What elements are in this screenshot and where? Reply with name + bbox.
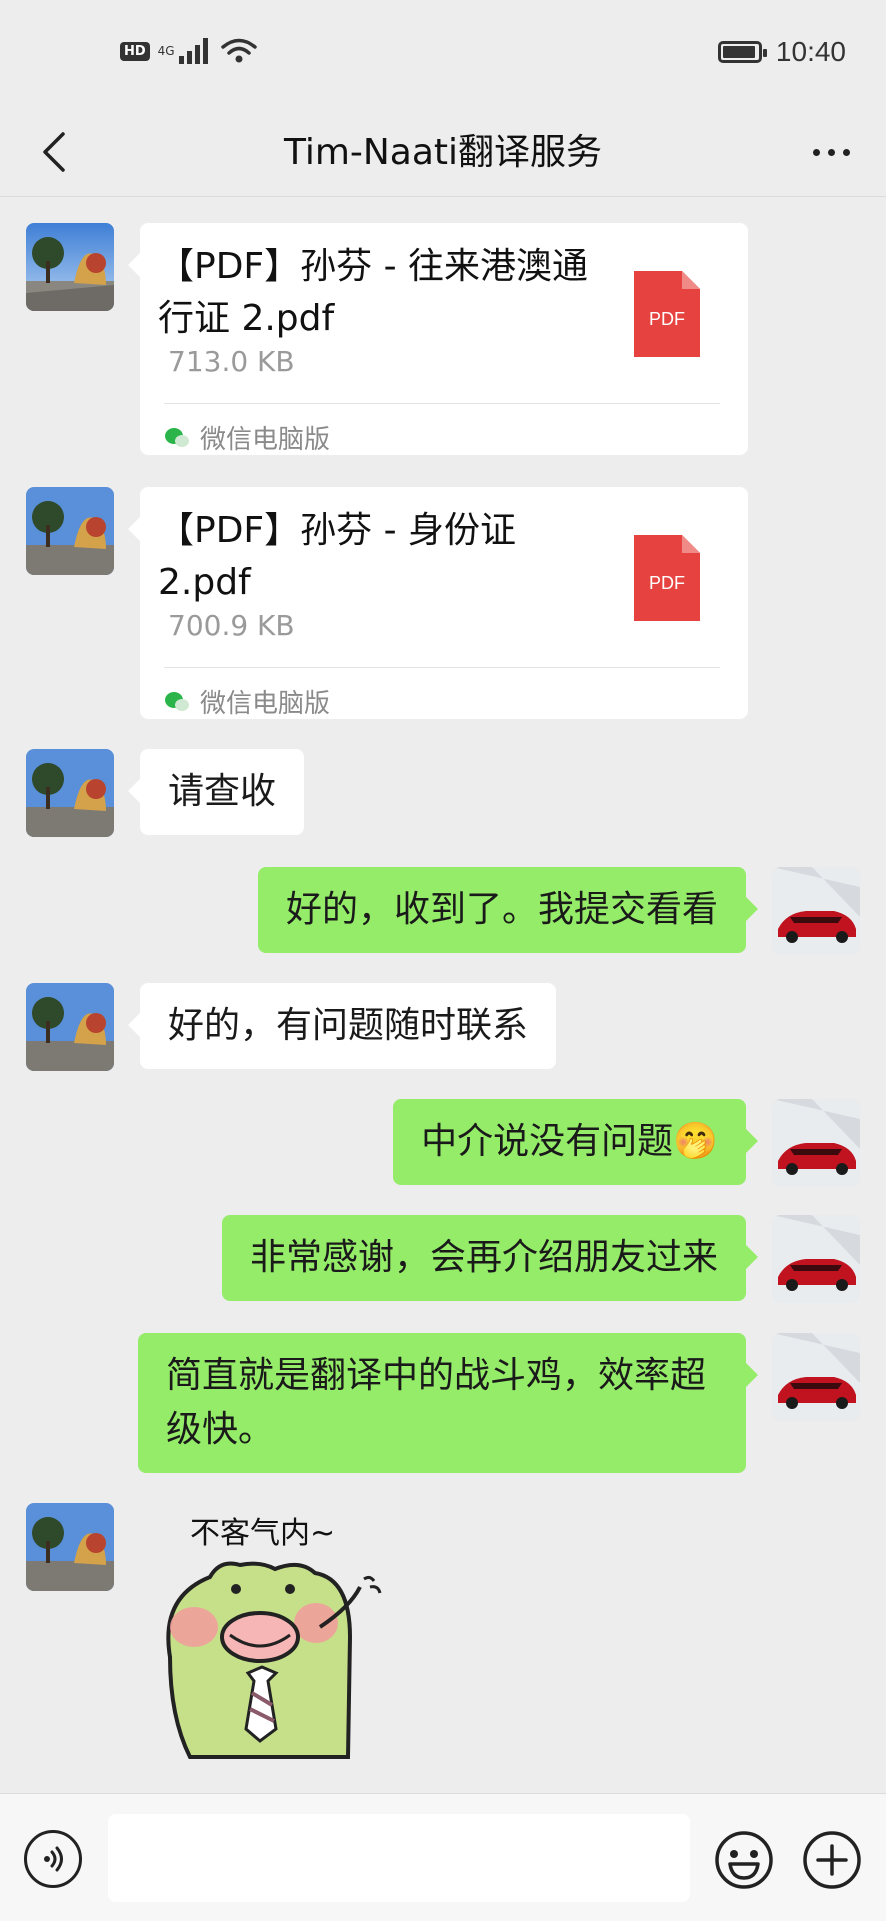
status-right: 10:40 <box>717 36 846 68</box>
message-input[interactable] <box>108 1814 690 1902</box>
pdf-file-icon: PDF <box>634 271 700 357</box>
file-source: 微信电脑版 <box>164 419 330 456</box>
my-avatar[interactable] <box>772 867 860 955</box>
contact-avatar[interactable] <box>26 749 114 837</box>
incoming-message[interactable]: 好的，有问题随时联系 <box>127 983 557 1069</box>
contact-avatar[interactable] <box>26 983 114 1071</box>
file-source-label: 微信电脑版 <box>200 425 331 455</box>
file-message[interactable]: 【PDF】孙芬 - 往来港澳通行证 2.pdf 713.0 KB PDF 微信电… <box>128 223 748 456</box>
contact-avatar[interactable] <box>26 1503 114 1591</box>
sticker-message[interactable]: 不客气内~ <box>150 1507 400 1767</box>
pdf-label: PDF <box>649 309 685 329</box>
plus-icon <box>803 1831 861 1889</box>
file-message[interactable]: 【PDF】孙芬 - 身份证 2.pdf 700.9 KB PDF 微信电脑版 <box>128 487 748 720</box>
network-type: 4G <box>157 44 175 58</box>
contact-avatar[interactable] <box>26 223 114 311</box>
file-size: 700.9 KB <box>168 609 295 642</box>
chat-area[interactable]: 【PDF】孙芬 - 往来港澳通行证 2.pdf 713.0 KB PDF 微信电… <box>0 197 886 1793</box>
wechat-icon <box>165 691 189 711</box>
more-dots-icon <box>812 148 820 156</box>
back-button[interactable] <box>24 122 84 182</box>
file-name: 【PDF】孙芬 - 身份证 2.pdf <box>158 510 517 603</box>
status-bar: HD 4G 10:40 <box>0 0 886 110</box>
file-source: 微信电脑版 <box>164 683 330 720</box>
file-name: 【PDF】孙芬 - 往来港澳通行证 2.pdf <box>158 246 589 339</box>
voice-icon <box>44 1846 63 1872</box>
input-bar <box>0 1793 886 1921</box>
wifi-icon <box>220 38 257 63</box>
outgoing-message[interactable]: 简直就是翻译中的战斗鸡，效率超级快。 <box>138 1333 758 1473</box>
voice-button[interactable] <box>24 1830 82 1888</box>
emoji-icon <box>715 1831 773 1889</box>
outgoing-message[interactable]: 非常感谢，会再介绍朋友过来 <box>221 1215 759 1301</box>
plus-button[interactable] <box>802 1830 862 1890</box>
file-divider <box>164 667 720 668</box>
clock: 10:40 <box>775 36 846 67</box>
battery-icon <box>717 41 767 63</box>
my-avatar[interactable] <box>772 1215 860 1303</box>
status-left: HD 4G <box>120 38 257 64</box>
sticker-caption: 不客气内~ <box>190 1516 335 1551</box>
contact-avatar[interactable] <box>26 487 114 575</box>
pdf-label: PDF <box>649 573 685 593</box>
more-button[interactable] <box>796 122 866 182</box>
my-avatar[interactable] <box>772 1333 860 1421</box>
outgoing-message[interactable]: 中介说没有问题🤭 <box>393 1099 758 1185</box>
file-size: 713.0 KB <box>168 345 295 378</box>
emoji-button[interactable] <box>714 1830 774 1890</box>
wechat-icon <box>165 427 189 447</box>
file-divider <box>164 403 720 404</box>
outgoing-message[interactable]: 好的，收到了。我提交看看 <box>257 867 759 953</box>
frog-sticker: 不客气内~ <box>166 1516 382 1759</box>
file-source-label: 微信电脑版 <box>200 689 331 719</box>
my-avatar[interactable] <box>772 1099 860 1187</box>
signal-icon <box>178 38 208 64</box>
nav-bar: Tim-Naati翻译服务 <box>0 110 886 197</box>
chevron-left-icon <box>43 132 65 172</box>
chat-title: Tim-Naati翻译服务 <box>283 132 603 173</box>
incoming-message[interactable]: 请查收 <box>127 749 305 835</box>
hd-badge: HD <box>120 41 150 61</box>
pdf-file-icon: PDF <box>634 535 700 621</box>
